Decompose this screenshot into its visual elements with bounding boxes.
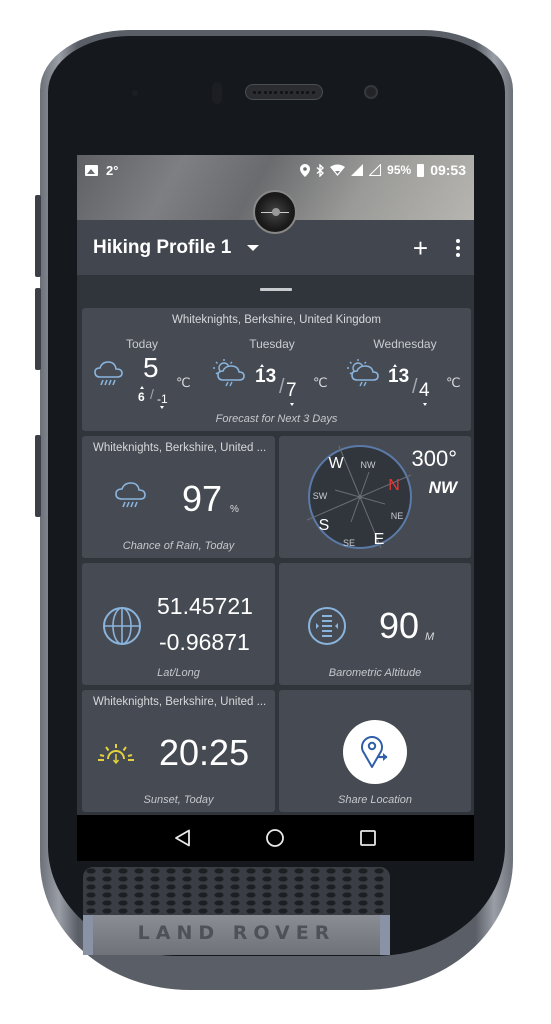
compass-e: E xyxy=(374,531,385,548)
recents-button[interactable] xyxy=(353,823,383,853)
forecast-high-temp: 13 xyxy=(388,366,410,387)
side-button-middle[interactable] xyxy=(35,288,41,370)
low-arrow-icon xyxy=(290,403,294,406)
latlong-card[interactable]: 51.45721 -0.96871 Lat/Long xyxy=(82,563,275,685)
low-arrow-icon xyxy=(423,403,427,406)
unit-celsius: ℃ xyxy=(446,375,461,390)
sun-cloud-rain-icon xyxy=(213,359,245,387)
battery-icon xyxy=(417,163,425,177)
compass-degrees: 300° xyxy=(411,446,457,471)
sunset-card[interactable]: Whiteknights, Berkshire, United ... 20:2… xyxy=(82,690,275,812)
share-location-button[interactable] xyxy=(343,720,407,784)
forecast-card[interactable]: Whiteknights, Berkshire, United Kingdom … xyxy=(82,308,471,431)
side-button-upper[interactable] xyxy=(35,195,41,277)
earpiece-speaker xyxy=(245,84,323,100)
sunset-time: 20:25 xyxy=(159,732,250,773)
forecast-day-name: Wednesday xyxy=(373,337,437,351)
light-sensor xyxy=(212,82,222,104)
proximity-sensor xyxy=(132,90,138,96)
sunset-icon xyxy=(98,744,134,765)
share-location-icon xyxy=(361,736,388,768)
side-button-lower[interactable] xyxy=(35,435,41,517)
sunset-location: Whiteknights, Berkshire, United ... xyxy=(93,696,267,708)
low-arrow-icon xyxy=(160,406,164,409)
share-location-caption: Share Location xyxy=(338,794,412,806)
forecast-high-temp: 6 xyxy=(138,390,145,404)
signal-empty-icon xyxy=(369,164,382,176)
dropdown-arrow-icon[interactable] xyxy=(247,244,260,251)
brand-logo: LAND ROVER xyxy=(137,922,336,944)
forecast-day-wednesday: Wednesday 13 / 4 ℃ xyxy=(340,308,470,406)
profile-title[interactable]: Hiking Profile 1 xyxy=(93,237,231,259)
compass-nw: NW xyxy=(361,460,376,470)
forecast-low-temp: -1 xyxy=(157,392,168,406)
latitude-value: 51.45721 xyxy=(157,593,253,619)
image-icon xyxy=(85,164,98,176)
location-icon xyxy=(300,163,311,177)
forecast-caption: Forecast for Next 3 Days xyxy=(215,413,338,425)
drag-handle[interactable] xyxy=(260,288,292,291)
sunset-caption: Sunset, Today xyxy=(143,794,214,806)
home-icon xyxy=(266,829,285,847)
compass-ne: NE xyxy=(391,511,404,521)
forecast-day-today: Today 5 6 / -1 ℃ xyxy=(82,308,212,409)
app-compass-logo xyxy=(253,190,297,234)
sun-cloud-rain-icon xyxy=(347,359,379,387)
rain-icon xyxy=(115,482,146,508)
status-temperature: 2° xyxy=(106,162,119,178)
compass-direction: NW xyxy=(428,478,457,497)
back-button[interactable] xyxy=(168,823,198,853)
unit-celsius: ℃ xyxy=(176,375,191,390)
forecast-current-temp: 5 xyxy=(143,352,159,383)
altitude-icon xyxy=(308,607,346,645)
recents-icon xyxy=(359,830,376,846)
forecast-low-temp: 4 xyxy=(419,380,430,401)
longitude-value: -0.96871 xyxy=(159,629,250,655)
screen: 2° 95% 09:53 Hiking Profile 1 + Whitekni… xyxy=(77,155,474,861)
forecast-high-temp: 13 xyxy=(255,366,277,387)
compass-se: SE xyxy=(343,538,355,548)
globe-icon xyxy=(103,607,141,645)
add-icon[interactable]: + xyxy=(413,235,428,261)
battery-percent: 95% xyxy=(387,163,412,177)
compass-s: S xyxy=(319,517,330,534)
rain-caption: Chance of Rain, Today xyxy=(122,540,235,552)
high-arrow-icon xyxy=(140,386,144,389)
compass-n: N xyxy=(388,477,400,494)
forecast-low-temp: 7 xyxy=(286,380,297,401)
compass-card[interactable]: W NW N SW NE S E SE 300° NW xyxy=(279,436,471,558)
rain-chance-value: 97 xyxy=(182,478,223,519)
navigation-bar xyxy=(77,815,474,861)
home-button[interactable] xyxy=(260,823,290,853)
speaker-grille xyxy=(83,867,390,915)
temp-separator: / xyxy=(150,386,154,402)
compass-w: W xyxy=(328,455,344,472)
rain-chance-unit: % xyxy=(230,504,239,515)
temp-separator: / xyxy=(279,376,285,398)
signal-icon xyxy=(351,164,364,176)
rain-card[interactable]: Whiteknights, Berkshire, United ... 97 %… xyxy=(82,436,275,558)
rain-icon xyxy=(94,361,123,386)
altitude-card[interactable]: 90 M Barometric Altitude xyxy=(279,563,471,685)
altitude-caption: Barometric Altitude xyxy=(328,667,422,679)
bluetooth-icon xyxy=(316,163,325,177)
temp-separator: / xyxy=(412,376,418,398)
wifi-icon xyxy=(330,164,346,176)
back-icon xyxy=(175,829,191,847)
unit-celsius: ℃ xyxy=(313,375,328,390)
latlong-caption: Lat/Long xyxy=(157,667,200,679)
forecast-day-name: Today xyxy=(125,337,159,351)
altitude-value: 90 xyxy=(379,605,420,646)
status-bar: 2° 95% 09:53 xyxy=(77,159,474,181)
more-vert-icon[interactable] xyxy=(456,238,460,257)
forecast-day-name: Tuesday xyxy=(249,337,295,351)
share-location-card[interactable]: Share Location xyxy=(279,690,471,812)
forecast-day-tuesday: Tuesday 13 / 7 ℃ xyxy=(207,308,337,406)
rain-location: Whiteknights, Berkshire, United ... xyxy=(93,442,267,454)
altitude-unit: M xyxy=(425,631,435,643)
compass-sw: SW xyxy=(313,491,328,501)
compass-dial: W NW N SW NE S E SE xyxy=(307,445,412,549)
status-time: 09:53 xyxy=(430,162,466,178)
front-camera xyxy=(364,85,378,99)
